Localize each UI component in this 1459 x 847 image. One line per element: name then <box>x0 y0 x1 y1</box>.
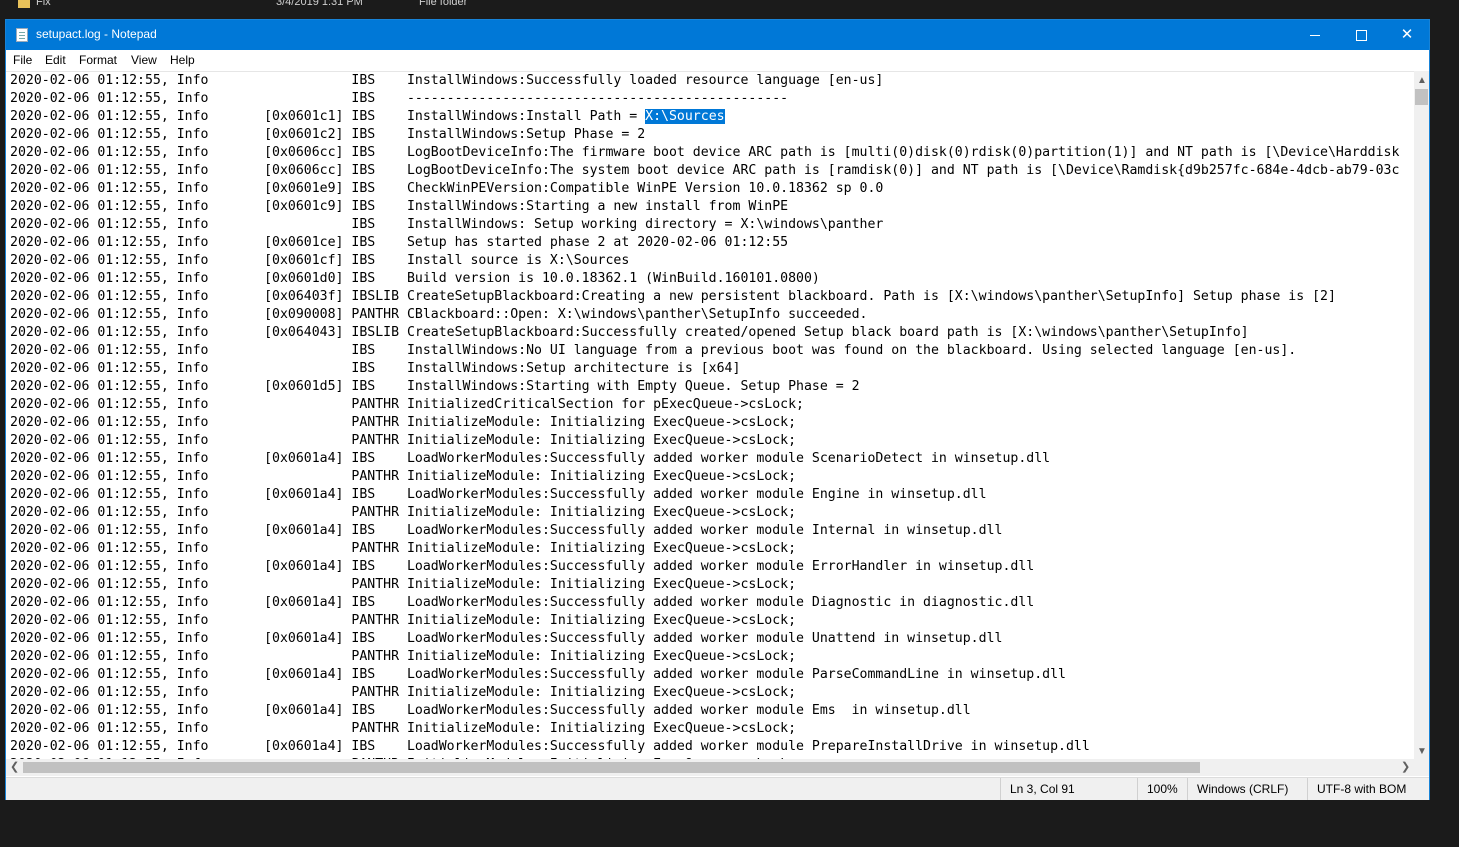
text-line: 2020-02-06 01:12:55, Info PANTHR Initial… <box>10 613 797 628</box>
folder-icon <box>18 0 30 8</box>
menu-file[interactable]: File <box>13 53 32 67</box>
window-title: setupact.log - Notepad <box>36 27 157 41</box>
text-line: 2020-02-06 01:12:55, Info [0x0601d0] IBS… <box>10 271 820 286</box>
text-line: 2020-02-06 01:12:55, Info PANTHR Initial… <box>10 415 797 430</box>
text-line: 2020-02-06 01:12:55, Info IBS InstallWin… <box>10 361 741 376</box>
text-line: 2020-02-06 01:12:55, Info PANTHR Initial… <box>10 505 797 520</box>
background-explorer-row: Fix 3/4/2019 1:31 PM File folder <box>0 0 1459 18</box>
horizontal-scroll-thumb[interactable] <box>23 762 1200 773</box>
text-line: 2020-02-06 01:12:55, Info [0x0601c9] IBS… <box>10 199 789 214</box>
text-line: 2020-02-06 01:12:55, Info PANTHR Initial… <box>10 433 797 448</box>
horizontal-scrollbar[interactable]: ❮ ❯ <box>6 759 1414 776</box>
text-line: 2020-02-06 01:12:55, Info [0x090008] PAN… <box>10 307 868 322</box>
text-line: 2020-02-06 01:12:55, Info [0x064043] IBS… <box>10 325 1249 340</box>
minimize-icon <box>1310 34 1320 36</box>
maximize-button[interactable] <box>1338 20 1384 50</box>
text-line: 2020-02-06 01:12:55, Info [0x0601a4] IBS… <box>10 523 1003 538</box>
bg-file-type: File folder <box>419 0 468 8</box>
text-line: 2020-02-06 01:12:55, Info [0x0601c2] IBS… <box>10 127 646 142</box>
text-line: 2020-02-06 01:12:55, Info [0x0601a4] IBS… <box>10 667 1066 682</box>
scroll-up-icon[interactable]: ▲ <box>1417 75 1427 86</box>
vertical-scroll-thumb[interactable] <box>1415 89 1428 105</box>
scrollbar-corner <box>1414 759 1429 776</box>
text-line: 2020-02-06 01:12:55, Info [0x0601a4] IBS… <box>10 739 1090 754</box>
status-bar: Ln 3, Col 91 100% Windows (CRLF) UTF-8 w… <box>6 777 1429 800</box>
text-line: 2020-02-06 01:12:55, Info [0x0601a4] IBS… <box>10 487 987 502</box>
text-editor[interactable]: 2020-02-06 01:12:55, Info IBS InstallWin… <box>6 71 1414 760</box>
bg-file-name: Fix <box>36 0 51 8</box>
encoding: UTF-8 with BOM <box>1307 778 1429 800</box>
title-bar[interactable]: setupact.log - Notepad ✕ <box>6 20 1429 50</box>
menu-bar: File Edit Format View Help <box>6 50 1429 70</box>
text-line: 2020-02-06 01:12:55, Info PANTHR Initial… <box>10 541 797 556</box>
menu-view[interactable]: View <box>131 53 157 67</box>
menu-format[interactable]: Format <box>79 53 117 67</box>
text-line: 2020-02-06 01:12:55, Info [0x0601a4] IBS… <box>10 559 1035 574</box>
menu-edit[interactable]: Edit <box>45 53 66 67</box>
maximize-icon <box>1355 29 1367 41</box>
text-line: 2020-02-06 01:12:55, Info [0x0606cc] IBS… <box>10 163 1400 178</box>
notepad-icon <box>16 28 28 42</box>
text-line: 2020-02-06 01:12:55, Info PANTHR Initial… <box>10 721 797 736</box>
scroll-right-icon[interactable]: ❯ <box>1401 760 1410 773</box>
scroll-left-icon[interactable]: ❮ <box>10 760 19 773</box>
text-line: 2020-02-06 01:12:55, Info [0x0601ce] IBS… <box>10 235 789 250</box>
text-line: 2020-02-06 01:12:55, Info [0x0601a4] IBS… <box>10 595 1035 610</box>
editor-lines: 2020-02-06 01:12:55, Info IBS InstallWin… <box>10 72 1399 760</box>
close-icon: ✕ <box>1400 26 1414 43</box>
close-button[interactable]: ✕ <box>1384 20 1430 50</box>
menu-help[interactable]: Help <box>170 53 195 67</box>
notepad-window: setupact.log - Notepad ✕ File Edit Forma… <box>5 19 1430 800</box>
vertical-scrollbar[interactable]: ▲ ▼ <box>1414 71 1429 761</box>
scroll-down-icon[interactable]: ▼ <box>1417 746 1427 757</box>
selected-text: X:\Sources <box>645 109 725 124</box>
text-line: 2020-02-06 01:12:55, Info [0x0601e9] IBS… <box>10 181 884 196</box>
text-line: 2020-02-06 01:12:55, Info PANTHR Initial… <box>10 649 797 664</box>
text-line: 2020-02-06 01:12:55, Info [0x0601c1] IBS… <box>10 109 725 124</box>
cursor-position: Ln 3, Col 91 <box>1000 778 1137 800</box>
text-line: 2020-02-06 01:12:55, Info IBS InstallWin… <box>10 73 884 88</box>
text-line: 2020-02-06 01:12:55, Info [0x0601a4] IBS… <box>10 703 971 718</box>
text-line: 2020-02-06 01:12:55, Info [0x06403f] IBS… <box>10 289 1336 304</box>
zoom-level: 100% <box>1137 778 1187 800</box>
bg-file-date: 3/4/2019 1:31 PM <box>276 0 363 8</box>
text-line: 2020-02-06 01:12:55, Info PANTHR Initial… <box>10 685 797 700</box>
text-line: 2020-02-06 01:12:55, Info IBS InstallWin… <box>10 343 1297 358</box>
text-line: 2020-02-06 01:12:55, Info IBS InstallWin… <box>10 217 884 232</box>
text-line: 2020-02-06 01:12:55, Info PANTHR Initial… <box>10 577 797 592</box>
text-line: 2020-02-06 01:12:55, Info [0x0601cf] IBS… <box>10 253 630 268</box>
text-line: 2020-02-06 01:12:55, Info [0x0601d5] IBS… <box>10 379 860 394</box>
minimize-button[interactable] <box>1292 20 1338 50</box>
text-line: 2020-02-06 01:12:55, Info IBS ----------… <box>10 91 789 106</box>
text-line: 2020-02-06 01:12:55, Info [0x0601a4] IBS… <box>10 451 1051 466</box>
text-line: 2020-02-06 01:12:55, Info PANTHR Initial… <box>10 397 804 412</box>
text-line: 2020-02-06 01:12:55, Info [0x0606cc] IBS… <box>10 145 1400 160</box>
text-line: 2020-02-06 01:12:55, Info PANTHR Initial… <box>10 469 797 484</box>
text-line: 2020-02-06 01:12:55, Info [0x0601a4] IBS… <box>10 631 1003 646</box>
line-endings: Windows (CRLF) <box>1187 778 1307 800</box>
